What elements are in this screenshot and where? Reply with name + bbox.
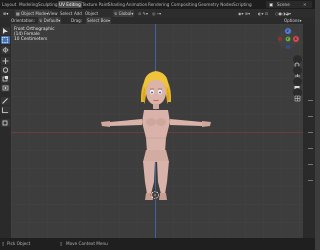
- pan-button[interactable]: [293, 66, 302, 79]
- mouse-right-icon: ▯: [60, 241, 63, 246]
- scene-selector[interactable]: ▣ Scene ✕: [266, 1, 312, 8]
- sidebar-toggle-strip[interactable]: [303, 24, 315, 238]
- tab-sculpting[interactable]: Sculpting: [38, 1, 58, 8]
- tab-scripting[interactable]: Scripting: [233, 1, 252, 8]
- scene-name: Scene: [277, 2, 290, 7]
- cursor-icon: [3, 28, 8, 34]
- measure-tool[interactable]: [1, 106, 10, 114]
- editor-type-icon[interactable]: ⊞▾: [3, 10, 8, 17]
- rotate-icon: [2, 67, 9, 73]
- pivot-icon[interactable]: ⊙ ✎▾: [138, 10, 148, 17]
- tab-modeling[interactable]: Modeling: [19, 1, 38, 8]
- gizmo-y-label: Y: [286, 36, 289, 41]
- tab-geometry-nodes[interactable]: Geometry Nodes: [198, 1, 233, 8]
- divider: [308, 164, 313, 165]
- orientation-icon: ↯: [39, 18, 43, 23]
- overlay-icon[interactable]: ◐▾ ⊡: [258, 10, 268, 17]
- character-model[interactable]: [11, 24, 303, 238]
- viewport-header: ⊞▾ ▦ Object Mode▾ View Select Add Object…: [0, 9, 315, 17]
- object-mode-icon: ▦: [16, 10, 20, 16]
- transform-tool[interactable]: [1, 84, 10, 92]
- cursor-tool[interactable]: [1, 27, 10, 35]
- divider: [308, 180, 313, 181]
- transform-icon: [2, 85, 9, 91]
- move-icon: [2, 58, 9, 64]
- tab-shading[interactable]: Shading: [108, 1, 125, 8]
- measure-icon: [2, 107, 8, 113]
- select-box-icon: [2, 37, 8, 43]
- annotate-icon: [2, 98, 8, 104]
- scale-tool[interactable]: [1, 75, 10, 83]
- zoom-button[interactable]: [293, 55, 302, 69]
- divider: [308, 116, 313, 117]
- tab-texture-paint[interactable]: Texture Paint: [82, 1, 109, 8]
- cursor-3d-tool[interactable]: [1, 46, 10, 54]
- menu-add[interactable]: Add: [74, 10, 82, 17]
- tool-shelf: [0, 24, 11, 238]
- move-tool[interactable]: [1, 57, 10, 65]
- orientation-dropdown[interactable]: ↯ Default▾: [38, 17, 62, 24]
- camera-view-button[interactable]: [293, 77, 302, 90]
- shading-icons[interactable]: ○●◑◕▾: [275, 10, 291, 17]
- annotate-tool[interactable]: [1, 97, 10, 105]
- scale-icon: [2, 76, 8, 82]
- drag-dropdown[interactable]: Select Box▾: [86, 17, 112, 24]
- crosshair-icon: [2, 47, 9, 53]
- mouse-left-icon: ▯: [2, 241, 5, 246]
- tab-rendering[interactable]: Rendering: [148, 1, 169, 8]
- transform-orientation-dropdown[interactable]: ↯ Global▾: [113, 9, 135, 17]
- global-icon: ↯: [114, 10, 118, 16]
- tab-animation[interactable]: Animation: [126, 1, 147, 8]
- perspective-toggle[interactable]: [293, 88, 302, 102]
- 3d-cursor-icon[interactable]: [150, 190, 160, 200]
- tab-layout[interactable]: Layout: [2, 1, 16, 8]
- menu-view[interactable]: View: [48, 10, 58, 17]
- gizmo-z-label: Z: [286, 28, 289, 33]
- divider: [308, 148, 313, 149]
- gizmo-x-label: X: [294, 36, 297, 41]
- menu-object[interactable]: Object: [85, 10, 98, 17]
- status-bar: ▯ Pick Object ▯ Move Context Menu: [0, 238, 315, 250]
- tool-settings-bar: Orientation: ↯ Default▾ Drag: Select Box…: [0, 17, 315, 24]
- tab-uv-editing[interactable]: UV Editing: [58, 1, 82, 8]
- cube-icon: [2, 120, 8, 126]
- grid-icon: [294, 95, 301, 102]
- tab-compositing[interactable]: Compositing: [171, 1, 197, 8]
- visibility-icon[interactable]: ◉▾ ⊕▾: [238, 10, 250, 17]
- divider: [308, 100, 313, 101]
- scene-icon: ▣: [269, 2, 273, 7]
- close-icon[interactable]: ✕: [303, 1, 307, 8]
- add-cube-tool[interactable]: [1, 119, 10, 127]
- proportional-edit-icon[interactable]: ◎ ⌁▾: [152, 10, 161, 17]
- status-middle-text: Move Context Menu: [66, 241, 108, 246]
- orientation-label: Orientation:: [11, 18, 35, 23]
- 3d-viewport[interactable]: Front Orthographic (14) Female 10 Centim…: [11, 24, 303, 238]
- rotate-tool[interactable]: [1, 66, 10, 74]
- drag-label: Drag:: [71, 18, 83, 23]
- menu-select[interactable]: Select: [60, 10, 72, 17]
- navigation-gizmo[interactable]: Z X Y: [276, 27, 300, 51]
- options-dropdown[interactable]: Options▾: [284, 17, 301, 24]
- workspace-bar: Layout Modeling Sculpting UV Editing Tex…: [0, 0, 315, 9]
- mode-dropdown[interactable]: ▦ Object Mode▾: [15, 9, 50, 17]
- select-box-tool[interactable]: [1, 36, 10, 44]
- divider: [308, 132, 313, 133]
- status-left-text: Pick Object: [7, 241, 31, 246]
